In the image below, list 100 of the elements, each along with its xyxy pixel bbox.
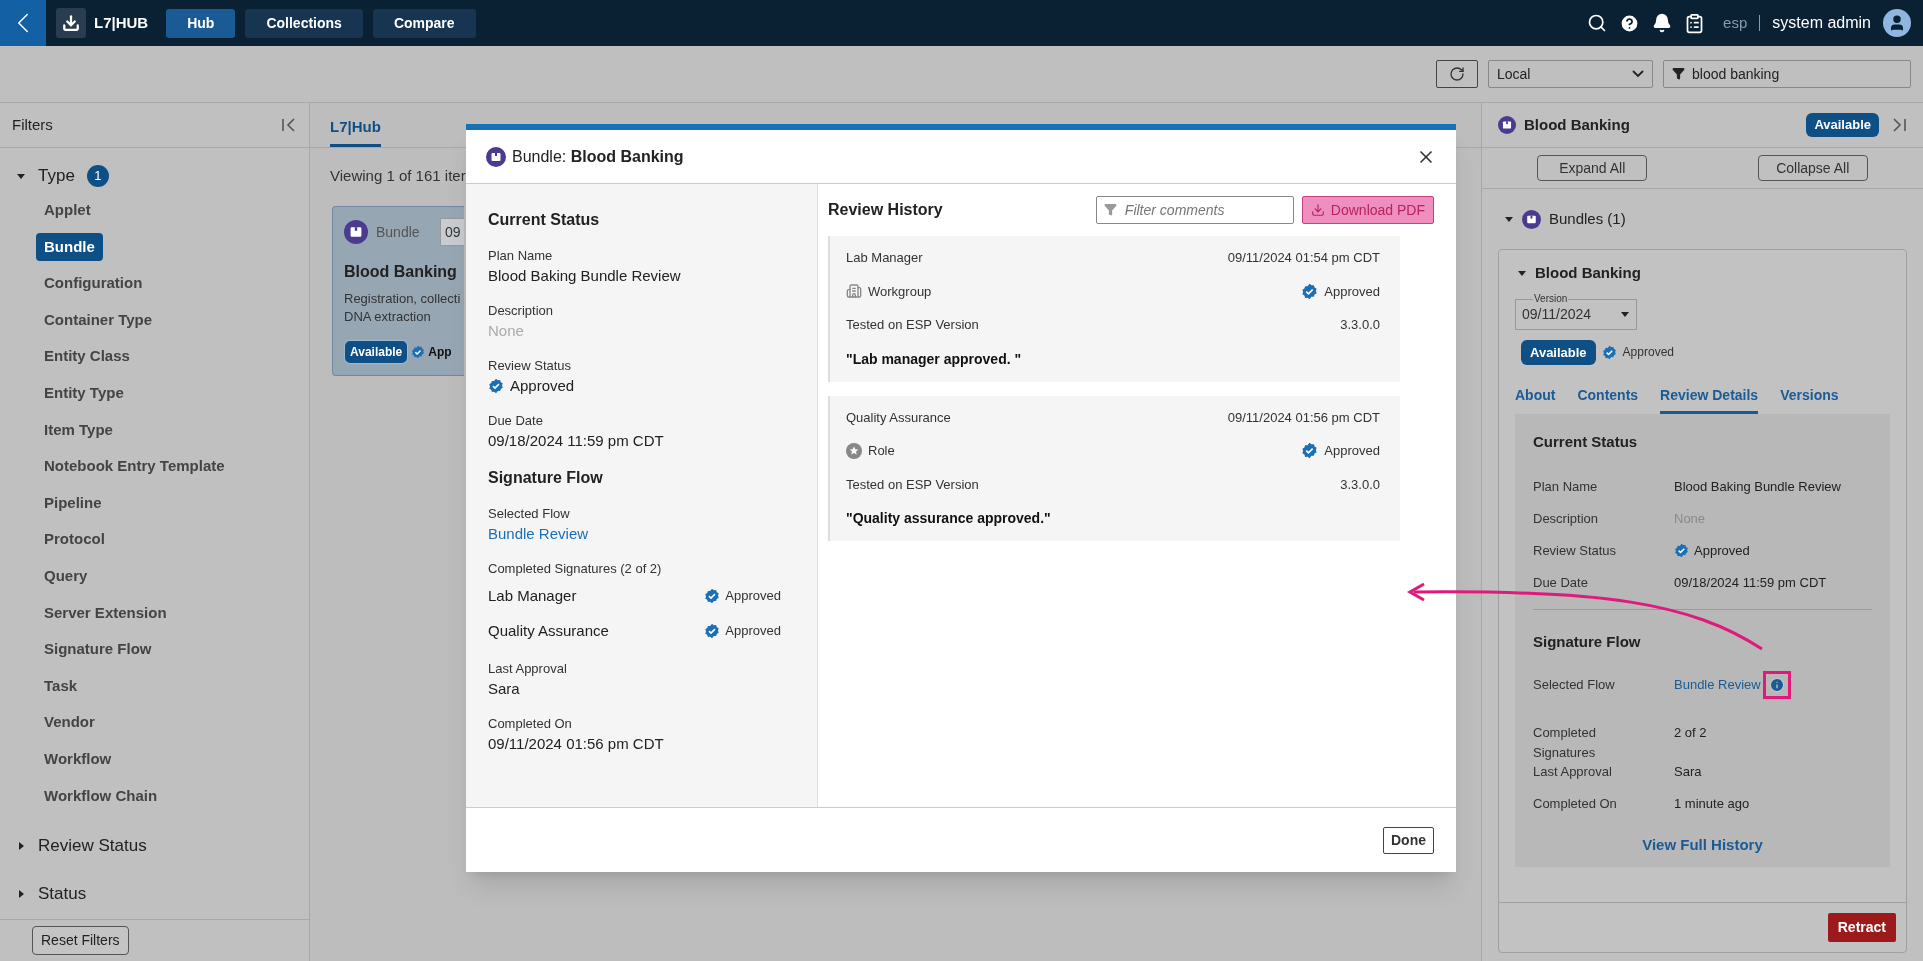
check-badge-icon	[1601, 344, 1617, 360]
review-time: 09/11/2024 01:54 pm CDT	[1227, 249, 1380, 267]
filter-option[interactable]: Entity Class	[36, 342, 138, 371]
panel-tab[interactable]: Contents	[1577, 385, 1639, 414]
filter-option[interactable]: Item Type	[36, 415, 121, 445]
avatar-icon[interactable]	[1883, 9, 1911, 37]
signature-status: Approved	[725, 587, 781, 606]
filter-option[interactable]: Bundle	[36, 232, 103, 262]
flow-link[interactable]: Bundle Review	[488, 524, 589, 544]
collapse-all-button[interactable]: Collapse All	[1757, 155, 1868, 181]
filter-count-badge: 1	[86, 165, 109, 187]
check-badge-icon	[704, 623, 721, 639]
filter-option[interactable]: Pipeline	[36, 488, 110, 518]
download-pdf-button[interactable]: Download PDF	[1301, 196, 1434, 224]
version-number: 3.3.0.0	[1340, 475, 1380, 494]
status-badge: Available	[344, 340, 409, 364]
field-label: Description	[488, 302, 555, 320]
field-value: 09/11/2024 01:56 pm CDT	[488, 733, 665, 754]
nav-tab[interactable]: Collections	[245, 8, 363, 38]
filter-group-title[interactable]: Type	[38, 163, 75, 189]
filter-group-title[interactable]: Review Status	[38, 833, 147, 859]
reviewer-role: Quality Assurance	[846, 408, 951, 427]
review-comment: "Lab manager approved. "	[846, 349, 1023, 369]
expand-all-button[interactable]: Expand All	[1537, 155, 1648, 181]
package-icon	[1498, 116, 1516, 134]
view-history-link[interactable]: View Full History	[1642, 834, 1763, 857]
detail-value: Blood Baking Bundle Review	[1674, 478, 1841, 496]
field-label: Plan Name	[488, 247, 554, 265]
version-value: 09/11/2024	[1522, 304, 1592, 324]
filter-option[interactable]: Query	[36, 562, 96, 591]
group-title[interactable]: Bundles (1)	[1549, 207, 1626, 231]
building-icon	[846, 283, 862, 300]
caret-down-icon[interactable]	[1620, 309, 1630, 319]
item-card[interactable]: Bundle 09 Blood Banking Registration, collecti DNA extraction Available App	[332, 206, 464, 376]
detail-label: Selected Flow	[1533, 676, 1615, 695]
download-logo-icon	[56, 8, 86, 38]
notifications-icon[interactable]	[1652, 13, 1673, 33]
expand-panel-icon[interactable]	[1891, 117, 1907, 133]
review-status: App	[428, 344, 453, 361]
caret-right-icon[interactable]	[16, 841, 26, 852]
detail-value: 09/18/2024 11:59 pm CDT	[1674, 574, 1827, 592]
chevron-down-icon	[1632, 70, 1644, 78]
caret-down-icon[interactable]	[16, 171, 26, 181]
info-icon[interactable]	[1768, 677, 1785, 693]
filter-option[interactable]: Workflow Chain	[36, 781, 166, 811]
detail-label: Plan Name	[1533, 478, 1598, 496]
user-name[interactable]: system admin	[1772, 11, 1871, 35]
panel-tab[interactable]: About	[1515, 385, 1556, 414]
search-icon[interactable]	[1587, 13, 1608, 33]
section-title: Signature Flow	[488, 468, 604, 488]
review-status: Approved	[1324, 442, 1380, 460]
search-field[interactable]: blood banking	[1663, 60, 1911, 88]
filter-option[interactable]: Applet	[36, 196, 99, 225]
detail-label: Due Date	[1533, 574, 1588, 592]
detail-value: 1 minute ago	[1674, 795, 1750, 813]
signer-name: Quality Assurance	[488, 620, 609, 641]
help-icon[interactable]	[1619, 12, 1641, 34]
caret-right-icon[interactable]	[16, 889, 26, 900]
caret-down-icon[interactable]	[1504, 214, 1514, 224]
refresh-button[interactable]	[1436, 60, 1478, 88]
filter-option[interactable]: Task	[36, 671, 86, 701]
nav-tab[interactable]: Hub	[166, 8, 236, 38]
done-button[interactable]: Done	[1383, 826, 1434, 854]
version-field: 09	[440, 218, 464, 246]
field-value: Sara	[488, 678, 521, 699]
filter-option[interactable]: Container Type	[36, 305, 161, 335]
filter-option[interactable]: Workflow	[36, 744, 120, 774]
panel-tab[interactable]: Versions	[1780, 385, 1839, 414]
retract-button[interactable]: Retract	[1827, 913, 1896, 942]
section-title: Review History	[828, 200, 943, 220]
star-circle-icon	[846, 442, 862, 459]
detail-label: Completed On	[1533, 795, 1617, 813]
nav-tab[interactable]: Compare	[372, 8, 476, 38]
detail-value: Sara	[1674, 763, 1702, 781]
check-badge-icon	[411, 345, 426, 359]
filter-option[interactable]: Server Extension	[36, 598, 175, 628]
bundle-title[interactable]: Blood Banking	[1535, 262, 1641, 285]
filter-option[interactable]: Entity Type	[36, 379, 132, 408]
field-label: Completed Signatures (2 of 2)	[488, 560, 663, 578]
check-badge-icon	[1301, 282, 1319, 300]
field-label: Selected Flow	[488, 505, 571, 523]
field-label: Version	[1533, 292, 1569, 305]
filter-option[interactable]: Configuration	[36, 269, 151, 298]
collapse-panel-icon[interactable]	[281, 117, 297, 133]
filter-group-title[interactable]: Status	[38, 881, 87, 907]
filter-option[interactable]: Signature Flow	[36, 635, 160, 664]
version-number: 3.3.0.0	[1340, 316, 1380, 334]
field-label: Completed On	[488, 714, 573, 733]
field-value: None	[488, 321, 525, 341]
detail-label: Review Status	[1533, 542, 1617, 560]
reset-filters-button[interactable]: Reset Filters	[32, 926, 129, 955]
scope-select[interactable]: Local	[1488, 60, 1653, 88]
filter-option[interactable]: Vendor	[36, 708, 103, 737]
detail-label: Completed Signatures	[1533, 724, 1597, 762]
hub-tab[interactable]: L7|Hub	[330, 115, 381, 147]
flow-link[interactable]: Bundle Review	[1674, 675, 1761, 695]
filter-option[interactable]: Notebook Entry Template	[36, 452, 233, 481]
dialog-title: Bundle: Blood Banking	[512, 146, 684, 167]
filter-comments-field[interactable]: Filter comments	[1095, 196, 1294, 224]
filter-option[interactable]: Protocol	[36, 525, 113, 554]
